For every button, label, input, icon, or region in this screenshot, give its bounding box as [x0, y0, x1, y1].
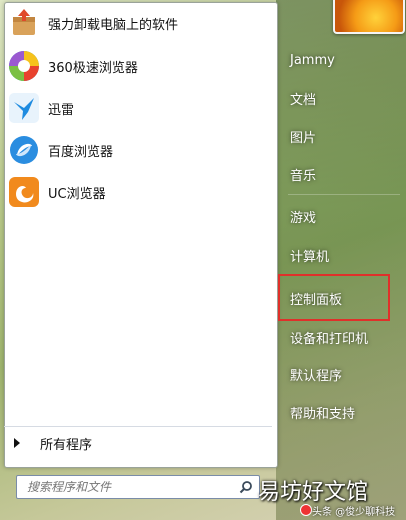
right-item-label: 计算机 — [290, 249, 330, 265]
right-item-help-support[interactable]: 帮助和支持 — [290, 400, 400, 424]
right-item-label: 帮助和支持 — [290, 406, 356, 422]
right-item-label: 文档 — [290, 92, 317, 108]
right-item-label: 默认程序 — [290, 368, 343, 384]
right-item-label: 音乐 — [290, 168, 317, 184]
right-item-user[interactable]: Jammy — [290, 48, 400, 72]
baidu-browser-icon — [8, 134, 40, 166]
right-item-music[interactable]: 音乐 — [290, 162, 400, 186]
program-label: 百度浏览器 — [48, 144, 114, 160]
program-xunlei[interactable]: 迅雷 — [6, 88, 268, 128]
right-item-games[interactable]: 游戏 — [290, 204, 400, 228]
divider — [4, 426, 272, 427]
program-label: 360极速浏览器 — [48, 60, 138, 76]
right-item-label: Jammy — [290, 52, 335, 68]
all-programs-label: 所有程序 — [40, 437, 93, 453]
right-item-default-programs[interactable]: 默认程序 — [290, 362, 400, 386]
triangle-right-icon — [14, 438, 20, 448]
program-label: 迅雷 — [48, 102, 75, 118]
program-360-browser[interactable]: 360极速浏览器 — [6, 46, 268, 86]
program-baidu-browser[interactable]: 百度浏览器 — [6, 130, 268, 170]
xunlei-bird-icon — [8, 92, 40, 124]
all-programs-button[interactable]: 所有程序 — [10, 432, 270, 454]
user-picture[interactable] — [333, 0, 405, 34]
toutiao-logo-icon — [300, 504, 312, 516]
program-uc-browser[interactable]: UC浏览器 — [6, 172, 268, 212]
right-item-pictures[interactable]: 图片 — [290, 124, 400, 148]
program-label: 强力卸载电脑上的软件 — [48, 17, 179, 33]
search-input[interactable] — [25, 477, 229, 497]
right-item-label: 设备和打印机 — [290, 331, 369, 347]
360-browser-icon — [8, 50, 40, 82]
watermark-title: 易坊好文馆 — [258, 480, 369, 505]
uninstall-box-icon — [8, 7, 40, 39]
uc-browser-icon — [8, 176, 40, 208]
right-item-label: 图片 — [290, 130, 317, 146]
program-uninstaller[interactable]: 强力卸载电脑上的软件 — [6, 3, 268, 43]
right-item-documents[interactable]: 文档 — [290, 86, 400, 110]
right-item-label: 游戏 — [290, 210, 317, 226]
search-icon[interactable] — [239, 479, 253, 498]
watermark-source: 头条 @俊少聊科技 — [312, 507, 396, 518]
right-item-devices-printers[interactable]: 设备和打印机 — [290, 325, 400, 349]
right-item-computer[interactable]: 计算机 — [290, 243, 400, 267]
divider — [288, 194, 400, 195]
search-box[interactable] — [16, 475, 260, 499]
program-label: UC浏览器 — [48, 186, 106, 202]
highlight-box — [278, 274, 390, 321]
